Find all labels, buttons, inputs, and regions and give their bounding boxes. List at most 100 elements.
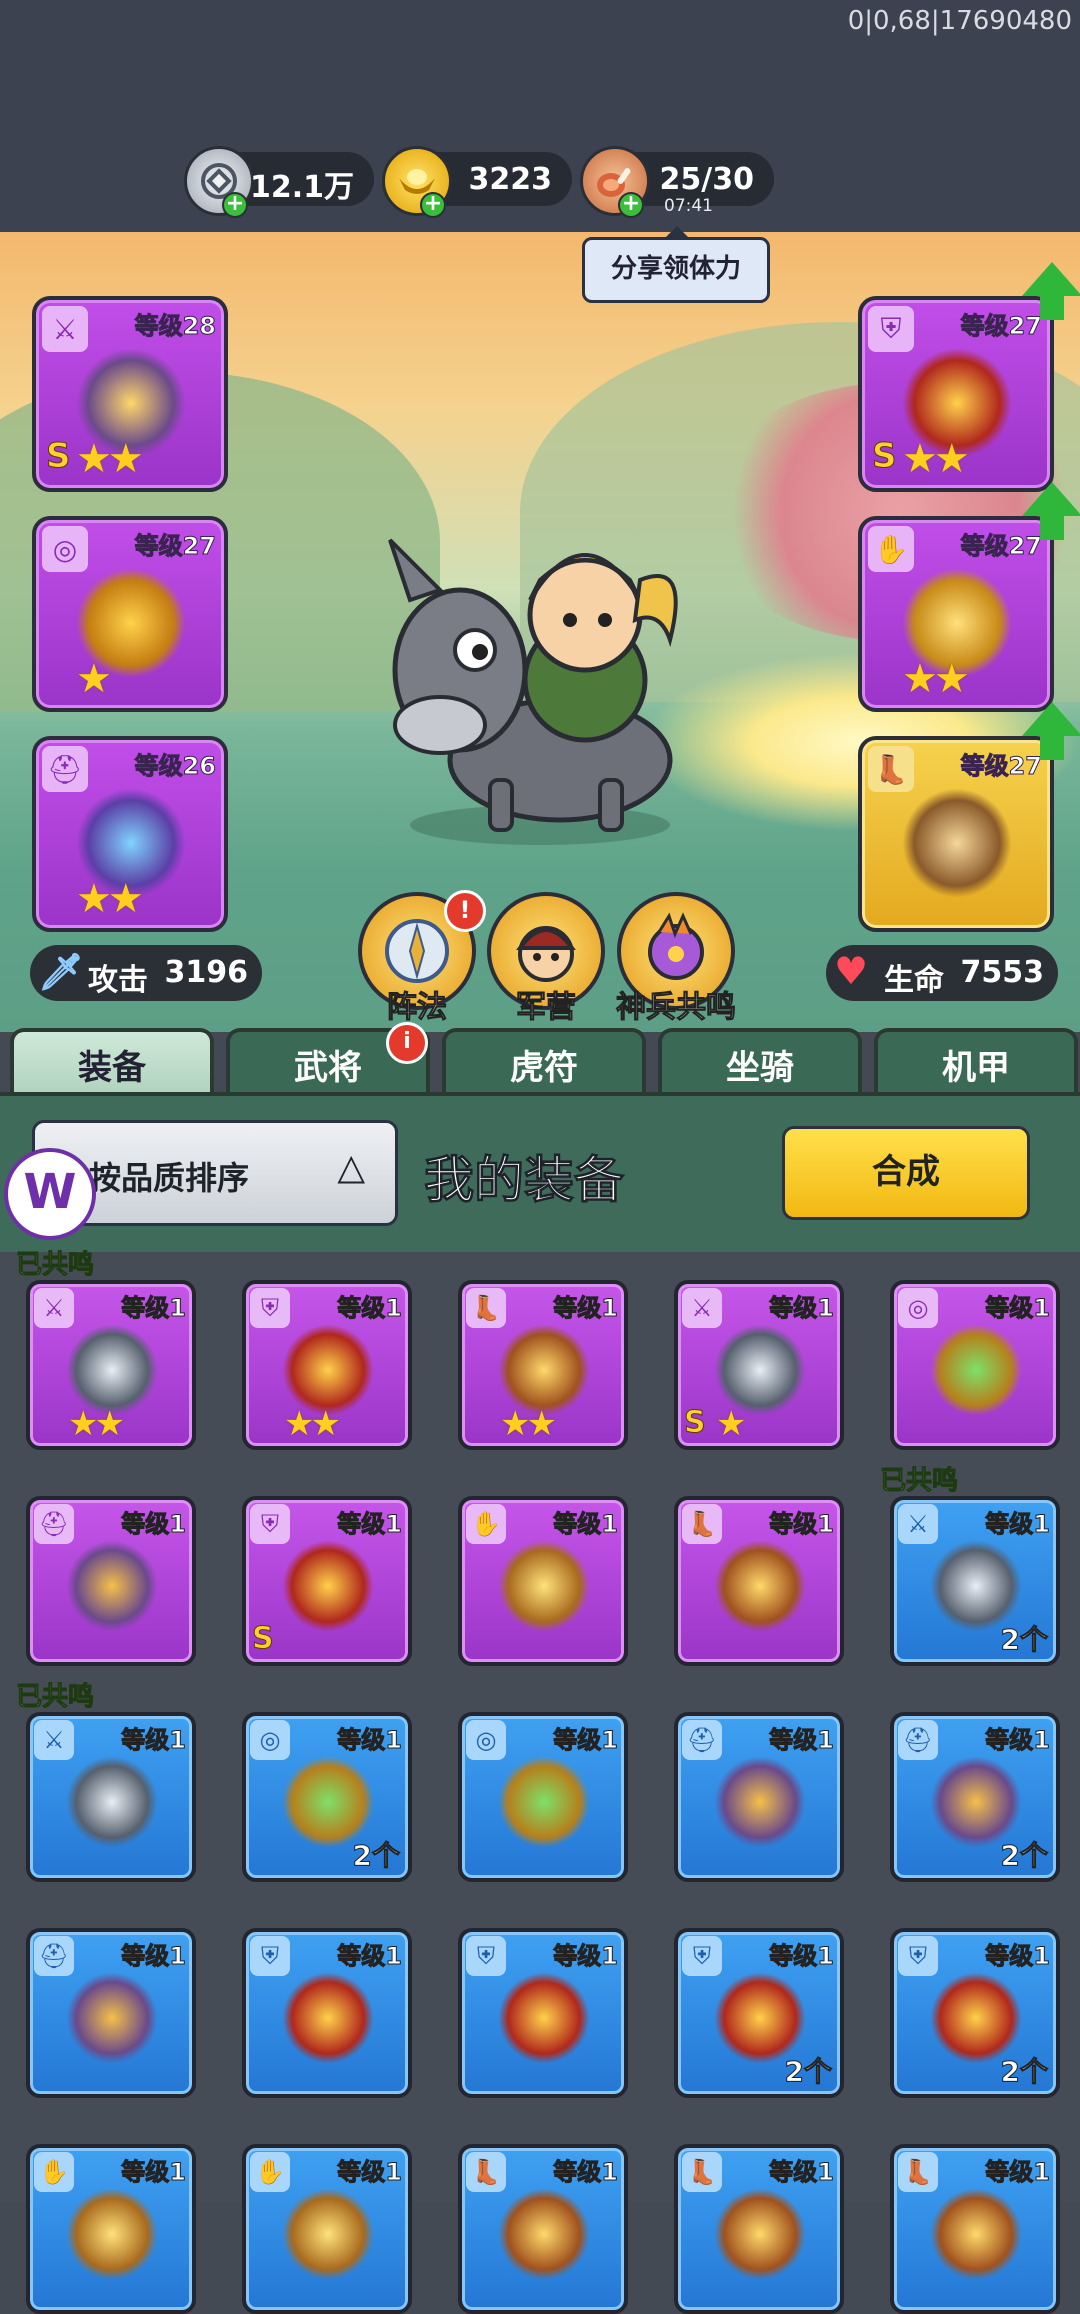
- tab-generals[interactable]: 武将 i: [226, 1022, 430, 1098]
- star-rating: ★★: [76, 436, 144, 482]
- tab-tiger-tally[interactable]: 虎符: [442, 1028, 646, 1098]
- dragon-icon: [648, 912, 704, 980]
- helmet-art-icon: [66, 1540, 158, 1632]
- bracer-icon: ✋: [868, 526, 914, 572]
- equipped-helmet-card[interactable]: ⛑ 等级26 ★★: [32, 736, 228, 932]
- inventory-item[interactable]: ◎ 等级1: [890, 1280, 1060, 1450]
- amulet-art-icon: [930, 1324, 1022, 1416]
- add-silver-icon[interactable]: +: [222, 192, 248, 218]
- equipped-amulet-card[interactable]: ◎ 等级27 ★: [32, 516, 228, 712]
- inventory-item[interactable]: ⛨ 等级1 S: [242, 1496, 412, 1666]
- hp-label: 生命: [884, 963, 944, 998]
- inventory-item[interactable]: ⛨ 等级1: [242, 1928, 412, 2098]
- inventory-item[interactable]: 👢 等级1: [674, 1496, 844, 1666]
- hp-value: 7553: [960, 955, 1045, 990]
- debug-readout: 0|0,68|17690480: [847, 6, 1072, 36]
- armor-icon: ⛨: [250, 1288, 290, 1328]
- inventory-item[interactable]: ⛑ 等级1: [26, 1928, 196, 2098]
- inventory-item[interactable]: ◎ 等级1 2个: [242, 1712, 412, 1882]
- armor-icon: ⛨: [868, 306, 914, 352]
- combine-button[interactable]: 合成: [782, 1126, 1030, 1220]
- armor-art-icon: [282, 1540, 374, 1632]
- heart-icon: ♥: [834, 949, 869, 993]
- boot-icon: 👢: [682, 1504, 722, 1544]
- inventory-item[interactable]: ⛨ 等级1 2个: [674, 1928, 844, 2098]
- boots-art-icon: [714, 1540, 806, 1632]
- item-level: 等级1: [769, 2158, 835, 2187]
- inventory-item[interactable]: ⚔ 等级1: [26, 1712, 196, 1882]
- inventory-item[interactable]: ⚔ 等级1 S ★: [674, 1280, 844, 1450]
- triangle-up-icon: △: [337, 1147, 365, 1188]
- tab-mecha[interactable]: 机甲: [874, 1028, 1078, 1098]
- armor-art-icon: [498, 1972, 590, 2064]
- inventory-item[interactable]: ◎ 等级1: [458, 1712, 628, 1882]
- inventory-item[interactable]: 👢 等级1: [890, 2144, 1060, 2314]
- tab-equipment[interactable]: 装备: [10, 1028, 214, 1098]
- star-rating: ★★: [902, 436, 970, 482]
- weapon-art-icon: [66, 1756, 158, 1848]
- amulet-art-icon: [498, 1756, 590, 1848]
- add-stamina-icon[interactable]: +: [618, 192, 644, 218]
- item-level: 等级1: [121, 1726, 187, 1755]
- inventory-item[interactable]: ✋ 等级1: [26, 2144, 196, 2314]
- bracer-icon: ✋: [250, 2152, 290, 2192]
- item-level: 等级1: [553, 1726, 619, 1755]
- info-badge: i: [386, 1022, 428, 1064]
- inventory-item[interactable]: 👢 等级1: [458, 2144, 628, 2314]
- inventory-item[interactable]: ⛨ 等级1 2个: [890, 1928, 1060, 2098]
- inventory-item[interactable]: ⚔ 等级1 2个: [890, 1496, 1060, 1666]
- equipped-bracer-card[interactable]: ✋ 等级27 ★★: [858, 516, 1054, 712]
- inventory-item[interactable]: ✋ 等级1: [458, 1496, 628, 1666]
- inventory-item[interactable]: ✋ 等级1: [242, 2144, 412, 2314]
- silver-counter[interactable]: + 12.1万: [184, 146, 374, 218]
- helmet-icon: ⛑: [34, 1936, 74, 1976]
- compass-icon: [385, 919, 449, 983]
- inventory-item[interactable]: 👢 等级1 ★★: [458, 1280, 628, 1450]
- item-level: 等级1: [553, 1510, 619, 1539]
- armor-icon: ⛨: [250, 1936, 290, 1976]
- upgrade-arrow-icon: [1022, 702, 1080, 760]
- divine-weapon-resonance-button[interactable]: 神兵共鸣: [616, 892, 737, 1026]
- inventory-item[interactable]: ⚔ 等级1 ★★: [26, 1280, 196, 1450]
- equipped-weapon-card[interactable]: ⚔ 等级28 S ★★: [32, 296, 228, 492]
- formation-button[interactable]: ! 阵法: [358, 890, 486, 1026]
- gold-counter[interactable]: + 3223: [382, 146, 572, 218]
- inventory-item[interactable]: ⛨ 等级1 ★★: [242, 1280, 412, 1450]
- item-level: 等级1: [121, 1294, 187, 1323]
- weapon-art-icon: [66, 1324, 158, 1416]
- equipped-armor-card[interactable]: ⛨ 等级27 S ★★: [858, 296, 1054, 492]
- medal-icon: ◎: [466, 1720, 506, 1760]
- inventory-item[interactable]: ⛑ 等级1: [26, 1496, 196, 1666]
- inventory-item[interactable]: ⛑ 等级1 2个: [890, 1712, 1060, 1882]
- item-level: 等级1: [121, 2158, 187, 2187]
- equip-level: 等级27: [960, 532, 1042, 561]
- inventory-item[interactable]: ⛨ 等级1: [458, 1928, 628, 2098]
- armor-icon: ⛨: [250, 1504, 290, 1544]
- item-count: 2个: [1000, 1623, 1048, 1657]
- item-level: 等级1: [985, 1294, 1051, 1323]
- item-level: 等级1: [769, 1942, 835, 1971]
- item-level: 等级1: [985, 2158, 1051, 2187]
- boot-icon: 👢: [682, 2152, 722, 2192]
- tab-mount[interactable]: 坐骑: [658, 1028, 862, 1098]
- item-count: 2个: [1000, 1839, 1048, 1873]
- boot-icon: 👢: [466, 1288, 506, 1328]
- boot-icon: 👢: [868, 746, 914, 792]
- inventory-grid: 已共鸣 ⚔ 等级1 ★★ ⛨ 等级1 ★★ 👢 等级1 ★★ ⚔ 等级1 S ★ ◎ 等级1 ⛑ 等级1 ⛨ 等级1 S…: [0, 1250, 1080, 2314]
- share-stamina-button[interactable]: 分享领体力: [582, 226, 770, 303]
- star-rating: ★: [716, 1404, 747, 1444]
- inventory-item[interactable]: ⛑ 等级1: [674, 1712, 844, 1882]
- item-level: 等级1: [985, 1942, 1051, 1971]
- inventory-item[interactable]: 👢 等级1: [674, 2144, 844, 2314]
- boot-icon: 👢: [466, 2152, 506, 2192]
- item-count: 2个: [784, 2055, 832, 2089]
- add-gold-icon[interactable]: +: [420, 192, 446, 218]
- hero-on-donkey[interactable]: [370, 520, 710, 850]
- medal-icon: ◎: [898, 1288, 938, 1328]
- star-rating: ★★: [68, 1404, 125, 1444]
- equipped-boots-card[interactable]: 👢 等级27: [858, 736, 1054, 932]
- barracks-button[interactable]: 军营: [487, 892, 605, 1026]
- star-rating: ★★: [284, 1404, 341, 1444]
- item-level: 等级1: [337, 1510, 403, 1539]
- stamina-timer: 07:41: [664, 196, 713, 216]
